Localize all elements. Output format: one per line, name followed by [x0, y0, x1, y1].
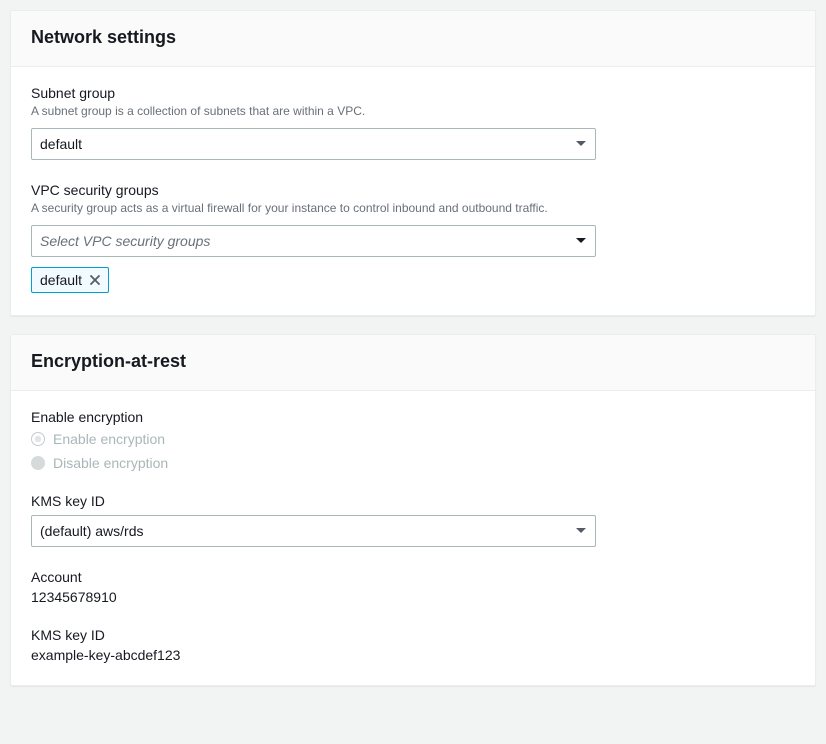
- subnet-group-label: Subnet group: [31, 85, 795, 101]
- encryption-at-rest-panel: Encryption-at-rest Enable encryption Ena…: [10, 334, 816, 686]
- subnet-group-select-value: default: [31, 128, 596, 160]
- close-icon[interactable]: [88, 273, 102, 287]
- vpc-security-groups-placeholder: Select VPC security groups: [31, 225, 596, 257]
- vpc-security-groups-label: VPC security groups: [31, 182, 795, 198]
- vpc-security-group-token-label: default: [40, 272, 82, 288]
- network-settings-body: Subnet group A subnet group is a collect…: [11, 67, 815, 315]
- subnet-group-field: Subnet group A subnet group is a collect…: [31, 85, 795, 160]
- subnet-group-select[interactable]: default: [31, 128, 596, 160]
- enable-encryption-radio-group: Enable encryption Disable encryption: [31, 431, 795, 471]
- disable-encryption-option-label: Disable encryption: [53, 455, 168, 471]
- radio-unselected-icon: [31, 456, 45, 470]
- kms-key-id-label: KMS key ID: [31, 627, 795, 643]
- enable-encryption-radio[interactable]: Enable encryption: [31, 431, 795, 447]
- kms-key-id-value: example-key-abcdef123: [31, 647, 795, 663]
- enable-encryption-option-label: Enable encryption: [53, 431, 165, 447]
- radio-selected-icon: [31, 432, 45, 446]
- account-field: Account 12345678910: [31, 569, 795, 605]
- account-label: Account: [31, 569, 795, 585]
- network-settings-panel: Network settings Subnet group A subnet g…: [10, 10, 816, 316]
- network-settings-title: Network settings: [31, 27, 795, 48]
- encryption-at-rest-body: Enable encryption Enable encryption Disa…: [11, 391, 815, 685]
- disable-encryption-radio[interactable]: Disable encryption: [31, 455, 795, 471]
- vpc-security-groups-description: A security group acts as a virtual firew…: [31, 200, 795, 217]
- encryption-at-rest-title: Encryption-at-rest: [31, 351, 795, 372]
- network-settings-header: Network settings: [11, 11, 815, 67]
- kms-key-id-field: KMS key ID example-key-abcdef123: [31, 627, 795, 663]
- account-value: 12345678910: [31, 589, 795, 605]
- vpc-security-groups-tokens: default: [31, 267, 795, 293]
- enable-encryption-label: Enable encryption: [31, 409, 795, 425]
- enable-encryption-field: Enable encryption Enable encryption Disa…: [31, 409, 795, 471]
- kms-key-select-value: (default) aws/rds: [31, 515, 596, 547]
- kms-key-select-label: KMS key ID: [31, 493, 795, 509]
- kms-key-select[interactable]: (default) aws/rds: [31, 515, 596, 547]
- kms-key-select-field: KMS key ID (default) aws/rds: [31, 493, 795, 547]
- vpc-security-groups-field: VPC security groups A security group act…: [31, 182, 795, 293]
- encryption-at-rest-header: Encryption-at-rest: [11, 335, 815, 391]
- vpc-security-group-token: default: [31, 267, 109, 293]
- subnet-group-description: A subnet group is a collection of subnet…: [31, 103, 795, 120]
- vpc-security-groups-select[interactable]: Select VPC security groups: [31, 225, 596, 257]
